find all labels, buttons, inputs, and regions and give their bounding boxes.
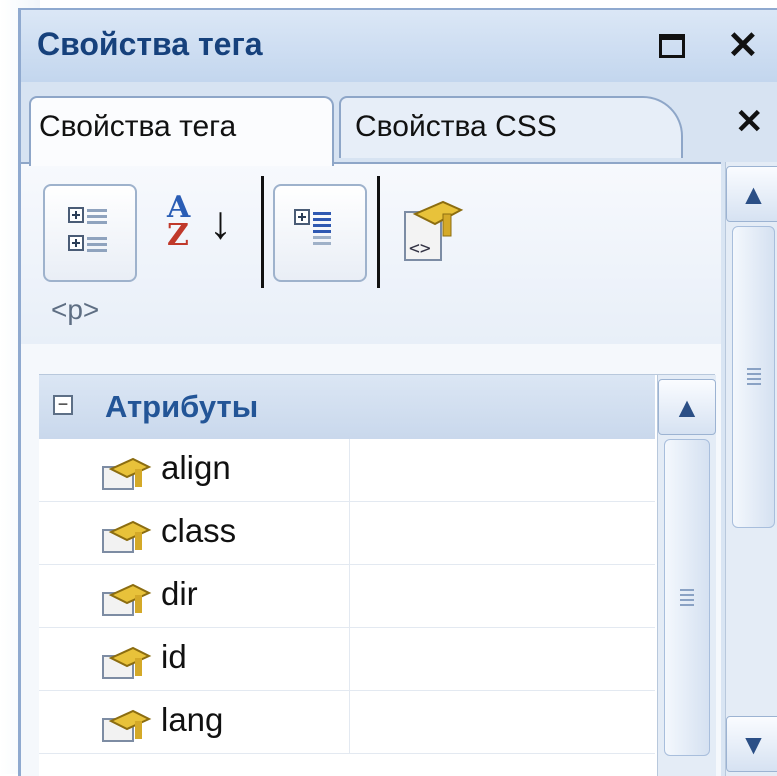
scroll-up-icon[interactable]: ▲ xyxy=(658,379,716,435)
categorized-view-icon xyxy=(68,207,107,252)
property-icon xyxy=(102,583,152,616)
panel-scroll-thumb[interactable] xyxy=(732,226,775,528)
sort-alphabetical-icon[interactable]: AZ xyxy=(167,193,190,251)
maximize-icon[interactable] xyxy=(659,34,685,58)
property-value[interactable] xyxy=(350,439,655,501)
property-icon xyxy=(102,646,152,679)
tag-properties-button[interactable]: <> xyxy=(395,184,475,282)
property-icon xyxy=(102,457,152,490)
close-tab-icon[interactable]: ✕ xyxy=(735,102,764,142)
property-name: align xyxy=(161,449,231,486)
toolbar-separator xyxy=(261,176,264,288)
current-tag-label: <p> xyxy=(51,294,100,325)
collapse-icon[interactable]: − xyxy=(53,395,73,415)
panel-titlebar: Свойства тега ✕ xyxy=(21,10,777,83)
property-name: class xyxy=(161,512,237,549)
property-name: id xyxy=(161,638,187,675)
tab-strip: Свойства CSS Свойства тега ✕ xyxy=(21,82,777,166)
property-name-cell[interactable]: dir xyxy=(39,565,350,627)
sort-arrow-icon: ↓ xyxy=(209,196,232,248)
tag-properties-icon: <> xyxy=(404,200,464,261)
grip-icon xyxy=(746,368,761,386)
grid-scrollbar[interactable]: ▲ xyxy=(657,375,716,776)
property-row[interactable]: id xyxy=(39,628,655,691)
properties-content: AZ ↓ <> <p> − Атрибуты align class dir i… xyxy=(21,162,721,776)
property-name-cell[interactable]: id xyxy=(39,628,350,690)
property-value[interactable] xyxy=(350,628,655,690)
property-name: dir xyxy=(161,575,198,612)
property-name-cell[interactable]: lang xyxy=(39,691,350,753)
show-set-properties-button[interactable] xyxy=(273,184,367,282)
property-icon xyxy=(102,709,152,742)
property-row[interactable]: dir xyxy=(39,565,655,628)
panel-title: Свойства тега xyxy=(37,26,263,62)
scroll-down-icon[interactable]: ▼ xyxy=(726,716,777,772)
tab-tag-properties[interactable]: Свойства тега xyxy=(29,96,334,166)
scroll-up-icon[interactable]: ▲ xyxy=(726,166,777,222)
property-value[interactable] xyxy=(350,691,655,753)
toolbar-separator xyxy=(377,176,380,288)
grip-icon xyxy=(680,588,694,607)
categorized-view-button[interactable] xyxy=(43,184,137,282)
property-name-cell[interactable]: align xyxy=(39,439,350,501)
grid-scroll-thumb[interactable] xyxy=(664,439,710,756)
tab-css-properties[interactable]: Свойства CSS xyxy=(339,96,683,158)
property-icon xyxy=(102,520,152,553)
category-header[interactable]: − Атрибуты xyxy=(39,375,655,439)
property-row[interactable]: align xyxy=(39,439,655,502)
property-rows: align class dir id lang xyxy=(39,439,655,754)
tag-properties-panel: Свойства тега ✕ Свойства CSS Свойства те… xyxy=(18,8,777,776)
close-icon[interactable]: ✕ xyxy=(727,22,759,70)
property-name: lang xyxy=(161,701,224,738)
property-grid: − Атрибуты align class dir id lang ▲ xyxy=(39,374,716,776)
property-row[interactable]: class xyxy=(39,502,655,565)
show-set-properties-icon xyxy=(294,209,331,245)
category-label: Атрибуты xyxy=(105,389,259,424)
properties-toolbar: AZ ↓ <> <p> xyxy=(21,164,721,344)
panel-scrollbar[interactable]: ▲ ▼ xyxy=(725,162,777,776)
svg-text:<>: <> xyxy=(409,238,431,259)
property-value[interactable] xyxy=(350,565,655,627)
property-value[interactable] xyxy=(350,502,655,564)
property-name-cell[interactable]: class xyxy=(39,502,350,564)
property-row[interactable]: lang xyxy=(39,691,655,754)
